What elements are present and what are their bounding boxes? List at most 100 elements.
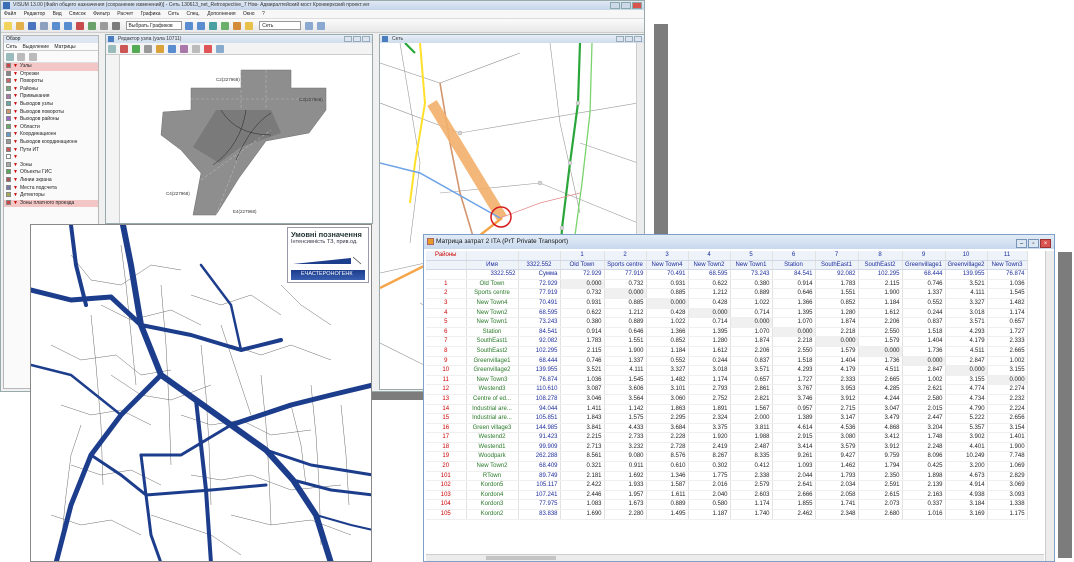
matrix-cell[interactable]: 3.327 [646,365,689,376]
matrix-cell[interactable]: 0.914 [772,279,816,290]
matrix-cell[interactable]: 2.915 [772,432,816,443]
matrix-cell[interactable]: 1.579 [858,336,903,347]
network-object-item[interactable]: ▼ Выходов координационн [4,139,98,147]
network-object-item[interactable]: ▼ Выходов узлы [4,101,98,109]
matrix-cell[interactable]: 2.016 [688,480,731,491]
matrix-cell[interactable]: 1.874 [815,317,859,328]
matrix-row-total[interactable]: 144.985 [518,423,561,434]
matrix-cell[interactable]: 2.034 [815,480,859,491]
matrix-cell[interactable]: 3.080 [815,432,859,443]
matrix-row-id[interactable]: 3 [426,298,467,309]
matrix-cell[interactable]: 1.212 [604,308,647,319]
matrix-cell[interactable]: 0.000 [646,298,689,309]
matrix-cell[interactable]: 4.790 [945,404,988,415]
matrix-header-cell[interactable] [518,251,561,261]
matrix-cell[interactable]: 1.280 [815,308,859,319]
matrix-row-name[interactable]: Industrial are... [466,404,519,415]
matrix-cell[interactable]: 2.861 [730,384,773,395]
matrix-cell[interactable]: 1.212 [688,288,731,299]
matrix-row-name[interactable]: Greenvillage1 [466,356,519,367]
matrix-cell[interactable]: 2.713 [560,442,605,453]
matrix-cell[interactable]: 1.741 [815,499,859,511]
matrix-cell[interactable]: 0.885 [646,288,689,299]
matrix-cell[interactable]: 0.428 [688,298,731,309]
matrix-cell[interactable]: 1.612 [688,346,731,357]
matrix-cell[interactable]: 1.404 [902,336,946,347]
matrix-column-sum[interactable]: 68.444 [902,269,946,280]
matrix-cell[interactable]: 3.521 [945,279,988,290]
matrix-row-id[interactable]: 6 [426,327,467,338]
matrix-cell[interactable]: 3.093 [987,490,1028,501]
list-icon[interactable] [99,21,108,30]
network-object-item[interactable]: ▼ Места подсчета [4,185,98,193]
network-object-item[interactable]: ▼ Повороты [4,78,98,86]
matrix-row-id[interactable]: 13 [426,394,467,405]
matrix-cell[interactable]: 1.673 [604,499,647,511]
close-button[interactable] [362,36,370,42]
matrix-row-total[interactable]: 102.295 [518,346,561,357]
matrix-cell[interactable]: 2.462 [772,509,816,520]
matrix-cell[interactable]: 1.898 [902,471,946,482]
matrix-cell[interactable]: 2.733 [604,432,647,443]
maximize-button[interactable] [621,2,631,9]
undo-icon[interactable] [51,21,60,30]
matrix-cell[interactable]: 3.953 [815,384,859,395]
matrix-cell[interactable]: 2.829 [987,471,1028,482]
matrix-column-sum[interactable]: 139.955 [945,269,988,280]
matrix-cell[interactable]: 3.414 [772,442,816,453]
matrix-cell[interactable]: 1.142 [604,404,647,415]
matrix-cell[interactable]: 4.734 [945,394,988,405]
matrix-cell[interactable]: 2.224 [987,404,1028,415]
table-icon[interactable] [215,45,224,53]
network-object-item[interactable]: ▼ Зоны [4,162,98,170]
matrix-cell[interactable]: 0.714 [730,308,773,319]
menu-addins[interactable]: Дополнения [207,11,235,17]
matrix-cell[interactable]: 0.428 [646,308,689,319]
matrix-cell[interactable]: 2.752 [688,394,731,405]
matrix-cell[interactable]: 1.863 [646,404,689,415]
matrix-cell[interactable]: 8.561 [560,451,605,463]
scroll-thumb[interactable] [486,556,556,560]
matrix-cell[interactable]: 1.174 [688,375,731,386]
matrix-cell[interactable]: 1.482 [646,375,689,386]
matrix-row-total[interactable]: 73.243 [518,317,561,328]
matrix-cell[interactable]: 3.184 [945,499,988,511]
matrix-row-name[interactable]: New Town1 [466,317,519,328]
matrix-row-name[interactable]: Station [466,327,519,338]
matrix-cell[interactable]: 0.337 [902,499,946,511]
phase-icon[interactable] [203,45,212,53]
open-icon[interactable] [15,21,24,30]
matrix-cell[interactable]: 1.401 [987,432,1028,443]
matrix-cell[interactable]: 0.911 [604,461,647,472]
matrix-cell[interactable]: 2.728 [646,442,689,453]
geometry-icon[interactable] [143,45,152,53]
matrix-cell[interactable]: 2.579 [730,480,773,491]
filter-icon[interactable]: ▼ [13,63,18,69]
filter-icon[interactable]: ▼ [13,192,18,198]
matrix-cell[interactable]: 1.070 [730,327,773,338]
select-icon[interactable] [17,53,26,61]
matrix-row-total[interactable]: 91.423 [518,432,561,443]
matrix-row-id[interactable]: 10 [426,365,467,376]
matrix-column-name[interactable]: New Town1 [730,260,773,271]
matrix-column-number[interactable]: 1 [560,251,605,261]
matrix-cell[interactable]: 2.324 [688,413,731,424]
matrix-row-name[interactable]: New Town2 [466,461,519,472]
matrix-cell[interactable]: 3.327 [945,298,988,309]
matrix-cell[interactable]: 4.179 [815,365,859,376]
signal-icon[interactable] [131,45,140,53]
minimize-button[interactable] [610,2,620,9]
matrix-cell[interactable]: 4.938 [945,490,988,501]
matrix-cell[interactable]: 0.889 [730,288,773,299]
matrix-column-number[interactable]: 9 [902,251,946,261]
matrix-cell[interactable]: 4.433 [604,423,647,434]
matrix-cell[interactable]: 1.518 [902,327,946,338]
matrix-row-total[interactable]: 68.444 [518,356,561,367]
matrix-cell[interactable]: 0.000 [945,365,988,376]
matrix-column-number[interactable]: 10 [945,251,988,261]
matrix-row-id[interactable]: 1 [426,279,467,290]
filter-icon[interactable]: ▼ [13,200,18,206]
matrix-cell[interactable]: 0.957 [772,404,816,415]
matrix-cell[interactable]: 0.000 [730,317,773,328]
matrix-column-name[interactable]: Greenvillage1 [902,260,946,271]
